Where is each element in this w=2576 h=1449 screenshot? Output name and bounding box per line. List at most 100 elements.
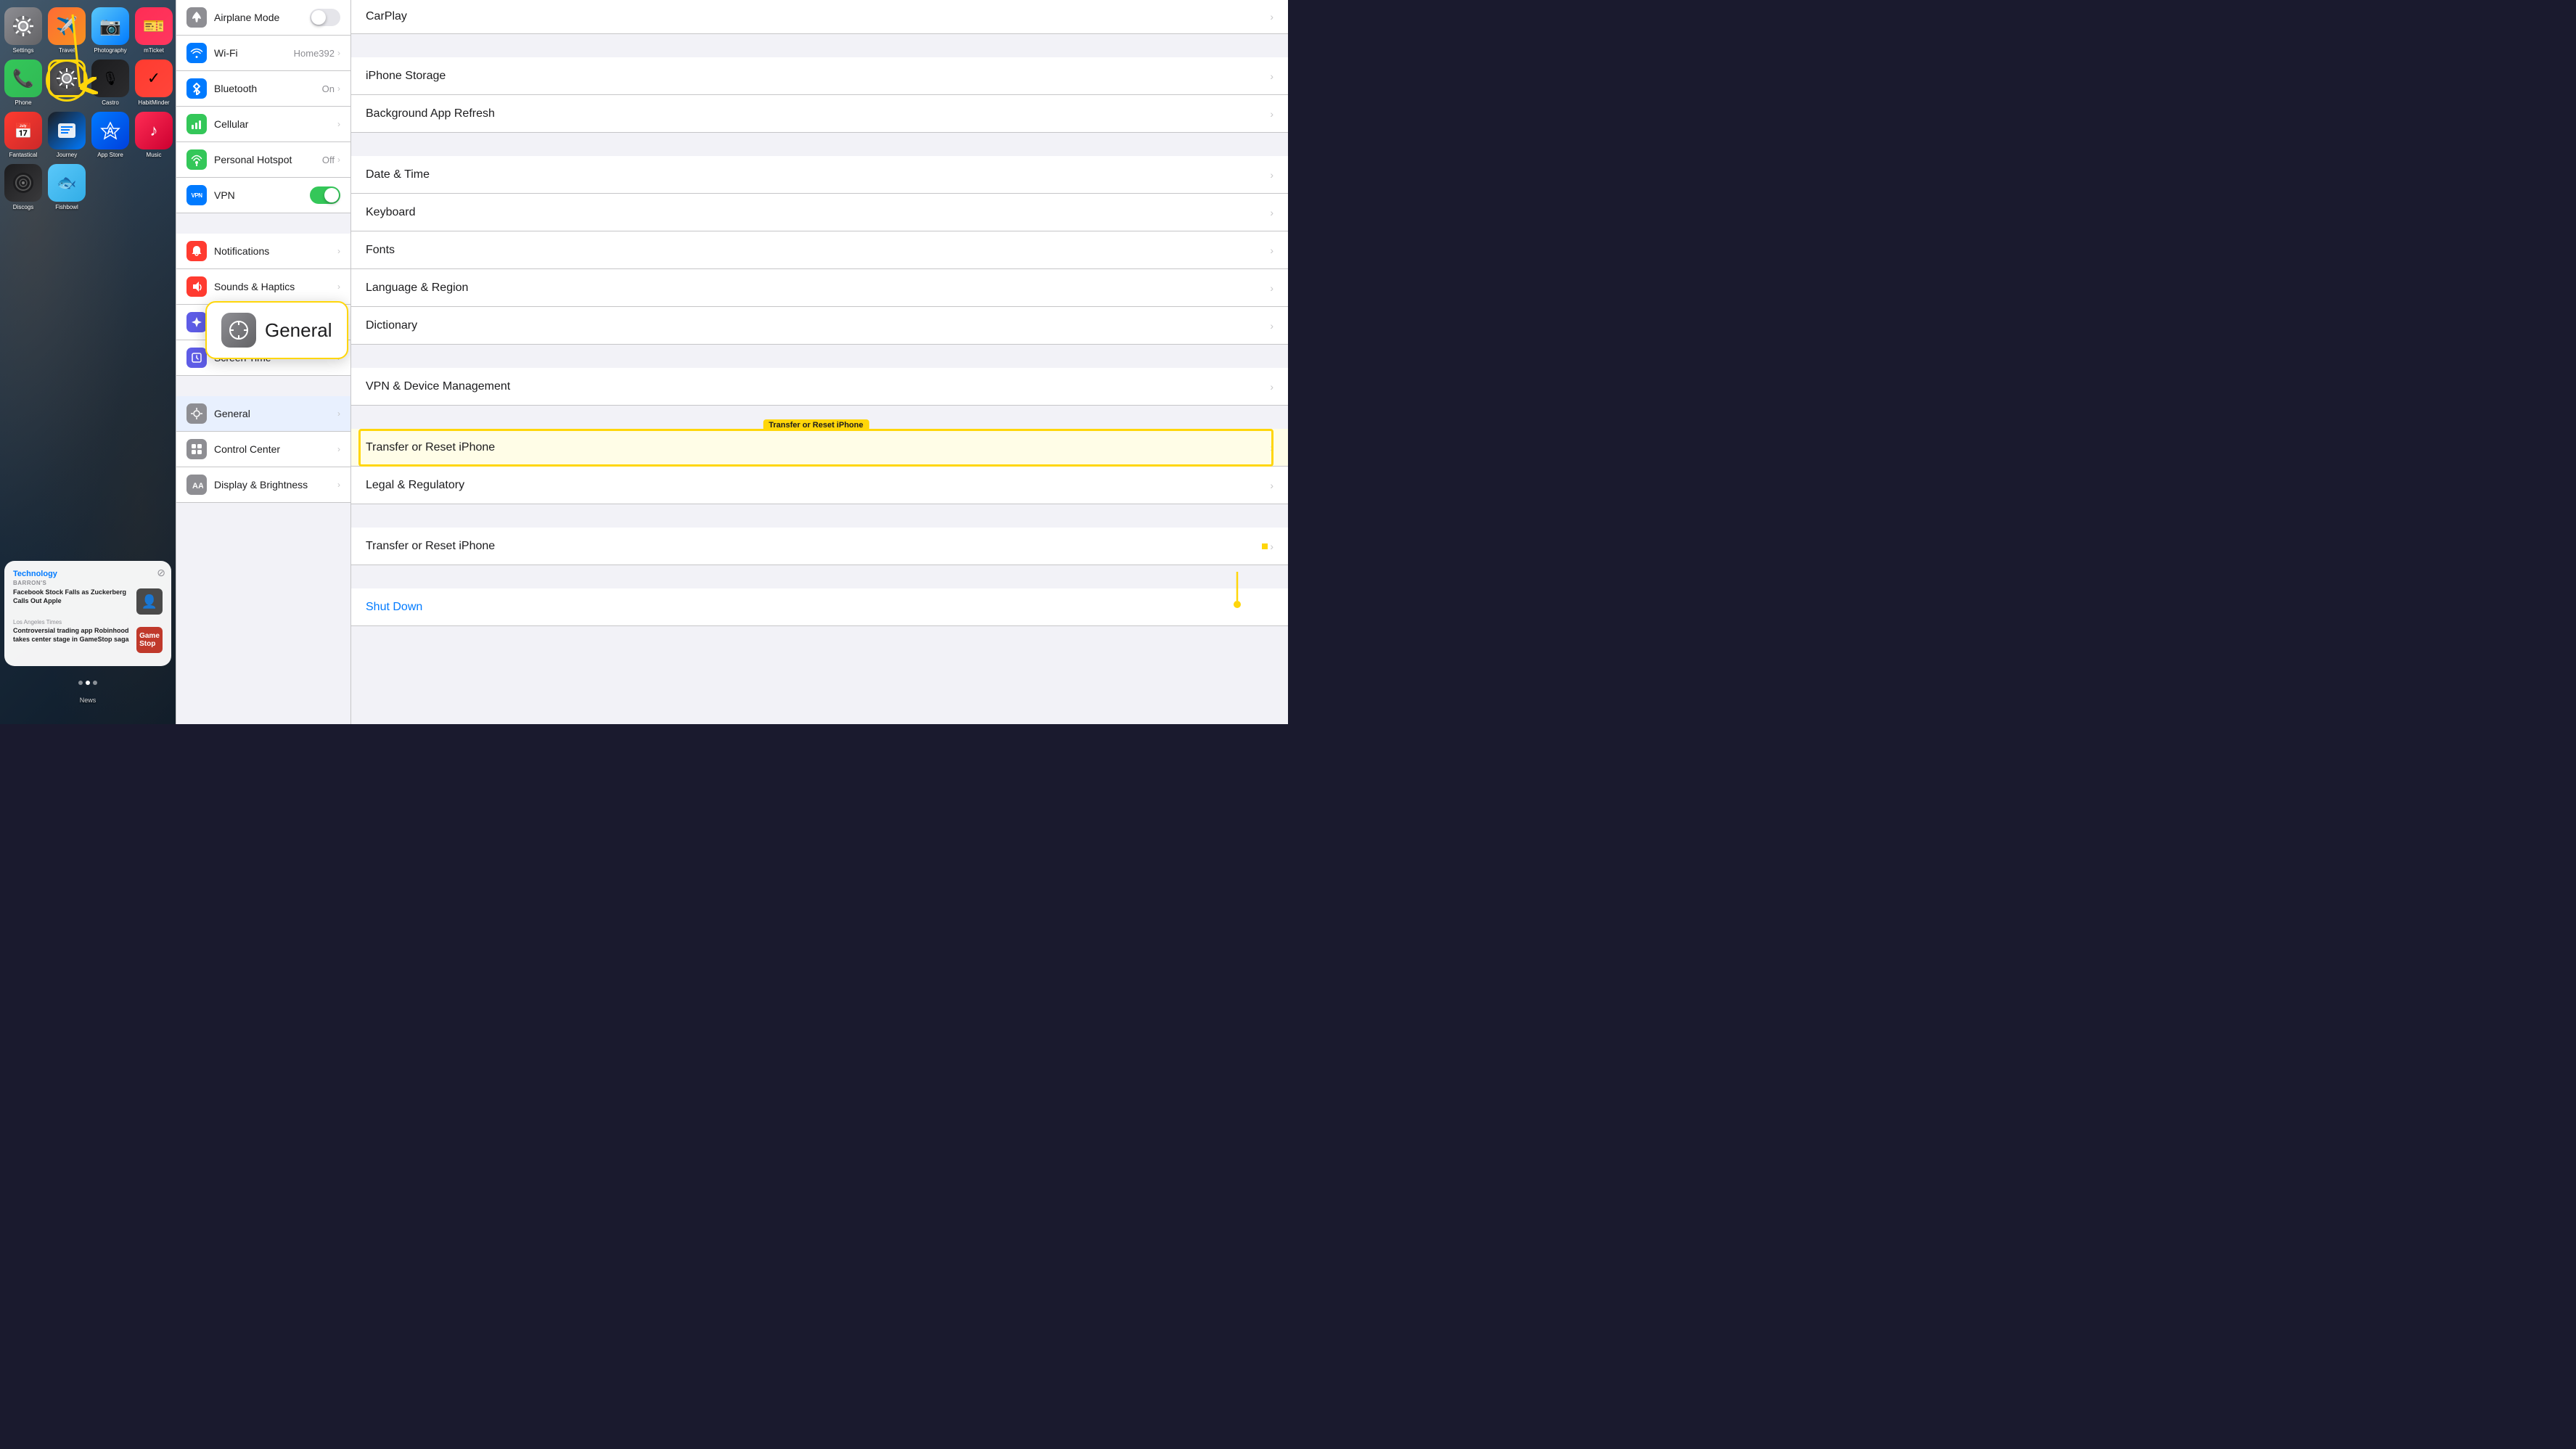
- news-item-2[interactable]: Controversial trading app Robinhood take…: [13, 627, 163, 653]
- app-item-settings[interactable]: Settings: [4, 7, 42, 54]
- photography-app-label: Photography: [94, 47, 126, 54]
- music-app-icon: ♪: [135, 112, 173, 149]
- wifi-item[interactable]: Wi-Fi Home392 ›: [176, 36, 350, 71]
- cellular-item[interactable]: Cellular ›: [176, 107, 350, 142]
- app-item-habitminder[interactable]: ✓ HabitMinder: [135, 59, 173, 106]
- legal-label: Legal & Regulatory: [366, 479, 464, 492]
- language-region-item[interactable]: Language & Region ›: [351, 269, 1288, 307]
- transfer-section: Transfer or Reset iPhone Transfer or Res…: [351, 429, 1288, 504]
- app-item-journey[interactable]: Journey: [48, 112, 86, 158]
- notifications-icon: [186, 241, 207, 261]
- preferences-section: Date & Time › Keyboard › Fonts › Languag…: [351, 156, 1288, 345]
- right-gap-6: [351, 565, 1288, 588]
- date-time-chevron: ›: [1270, 169, 1273, 181]
- app-item-discogs[interactable]: Discogs: [4, 164, 42, 210]
- transfer-reset-item-2[interactable]: Transfer or Reset iPhone ›: [351, 528, 1288, 565]
- app-item-travel[interactable]: ✈️ Travel: [48, 7, 86, 54]
- fonts-item[interactable]: Fonts ›: [351, 231, 1288, 269]
- journey-app-icon: [48, 112, 86, 149]
- news-item-1[interactable]: Facebook Stock Falls as Zuckerberg Calls…: [13, 588, 163, 615]
- airplane-mode-toggle[interactable]: [310, 9, 340, 26]
- app-item-appstore[interactable]: A App Store: [91, 112, 129, 158]
- dictionary-item[interactable]: Dictionary ›: [351, 307, 1288, 345]
- appstore-app-label: App Store: [97, 152, 123, 158]
- sounds-item[interactable]: Sounds & Haptics ›: [176, 269, 350, 305]
- network-section: Airplane Mode Wi-Fi Home392 ›: [176, 0, 350, 213]
- mticket-app-icon: 🎫: [135, 7, 173, 45]
- right-gap-2: [351, 133, 1288, 156]
- notifications-item[interactable]: Notifications ›: [176, 234, 350, 269]
- cellular-icon: [186, 114, 207, 134]
- shutdown-item[interactable]: Shut Down: [351, 588, 1288, 626]
- section3: General › Control Center ›: [176, 396, 350, 503]
- iphone-storage-label: iPhone Storage: [366, 70, 446, 83]
- settings-circled-icon: [48, 59, 86, 97]
- keyboard-item[interactable]: Keyboard ›: [351, 194, 1288, 231]
- iphone-storage-item[interactable]: iPhone Storage ›: [351, 57, 1288, 95]
- bluetooth-value: On ›: [322, 83, 340, 94]
- bluetooth-item[interactable]: Bluetooth On ›: [176, 71, 350, 107]
- phone-app-label: Phone: [15, 99, 31, 106]
- sounds-chevron: ›: [337, 282, 340, 292]
- app-item-mticket[interactable]: 🎫 mTicket: [135, 7, 173, 54]
- news-widget[interactable]: ⊘ Technology BARRON'S Facebook Stock Fal…: [4, 561, 171, 666]
- transfer-dot-indicator: [1262, 543, 1268, 549]
- right-panel: CarPlay › iPhone Storage › Background Ap…: [351, 0, 1288, 724]
- general-item[interactable]: General ›: [176, 396, 350, 432]
- app-item-settings-circled[interactable]: [48, 59, 86, 106]
- language-region-chevron: ›: [1270, 282, 1273, 294]
- wifi-content: Wi-Fi Home392 ›: [214, 47, 340, 59]
- vpn-section: VPN & Device Management ›: [351, 368, 1288, 406]
- shutdown-label: Shut Down: [366, 601, 422, 614]
- app-item-phone[interactable]: 📞 Phone: [4, 59, 42, 106]
- vpn-item[interactable]: VPN VPN: [176, 178, 350, 213]
- home-screen: Settings ✈️ Travel 📷 Photography 🎫 mTick…: [0, 0, 176, 724]
- app-grid: Settings ✈️ Travel 📷 Photography 🎫 mTick…: [0, 0, 176, 216]
- fishbowl-app-label: Fishbowl: [55, 204, 78, 210]
- app-item-fantastical[interactable]: 📅 Fantastical: [4, 112, 42, 158]
- vpn-device-chevron: ›: [1270, 381, 1273, 393]
- airplane-mode-label: Airplane Mode: [214, 12, 279, 23]
- legal-item[interactable]: Legal & Regulatory ›: [351, 467, 1288, 504]
- transfer-reset-item[interactable]: Transfer or Reset iPhone ›: [351, 429, 1288, 467]
- section-gap-1: [176, 213, 350, 234]
- hotspot-value: Off ›: [322, 155, 340, 165]
- control-center-content: Control Center ›: [214, 443, 340, 455]
- shutdown-section: Shut Down: [351, 588, 1288, 626]
- dot-3: [93, 681, 97, 685]
- hotspot-content: Personal Hotspot Off ›: [214, 154, 340, 165]
- background-refresh-item[interactable]: Background App Refresh ›: [351, 95, 1288, 133]
- news-source2: Los Angeles Times: [13, 619, 163, 625]
- sounds-icon: [186, 276, 207, 297]
- vpn-badge: VPN: [192, 192, 202, 199]
- middle-panel: Airplane Mode Wi-Fi Home392 ›: [176, 0, 351, 724]
- general-tooltip: General: [205, 301, 348, 359]
- dictionary-chevron: ›: [1270, 320, 1273, 332]
- vpn-device-item[interactable]: VPN & Device Management ›: [351, 368, 1288, 406]
- app-item-photography[interactable]: 📷 Photography: [91, 7, 129, 54]
- music-app-label: Music: [147, 152, 162, 158]
- vpn-toggle[interactable]: [310, 186, 340, 204]
- carplay-item[interactable]: CarPlay ›: [351, 0, 1288, 34]
- display-item[interactable]: AA Display & Brightness ›: [176, 467, 350, 503]
- page-dots: [0, 681, 176, 685]
- general-chevron: ›: [337, 409, 340, 419]
- app-item-castro[interactable]: 🎙 Castro: [91, 59, 129, 106]
- discogs-app-icon: [4, 164, 42, 202]
- app-item-music[interactable]: ♪ Music: [135, 112, 173, 158]
- section-gap-2: [176, 376, 350, 396]
- hotspot-item[interactable]: Personal Hotspot Off ›: [176, 142, 350, 178]
- news-headline-1: Facebook Stock Falls as Zuckerberg Calls…: [13, 588, 132, 605]
- news-thumb-1: 👤: [136, 588, 163, 615]
- bluetooth-chevron: ›: [337, 83, 340, 94]
- app-item-fishbowl[interactable]: 🐟 Fishbowl: [48, 164, 86, 210]
- cellular-chevron: ›: [337, 119, 340, 129]
- airplane-mode-icon: [186, 7, 207, 28]
- date-time-item[interactable]: Date & Time ›: [351, 156, 1288, 194]
- habitminder-app-icon: ✓: [135, 59, 173, 97]
- control-center-item[interactable]: Control Center ›: [176, 432, 350, 467]
- fishbowl-app-icon: 🐟: [48, 164, 86, 202]
- right-gap-5: [351, 504, 1288, 528]
- storage-section: iPhone Storage › Background App Refresh …: [351, 57, 1288, 133]
- airplane-mode-item[interactable]: Airplane Mode: [176, 0, 350, 36]
